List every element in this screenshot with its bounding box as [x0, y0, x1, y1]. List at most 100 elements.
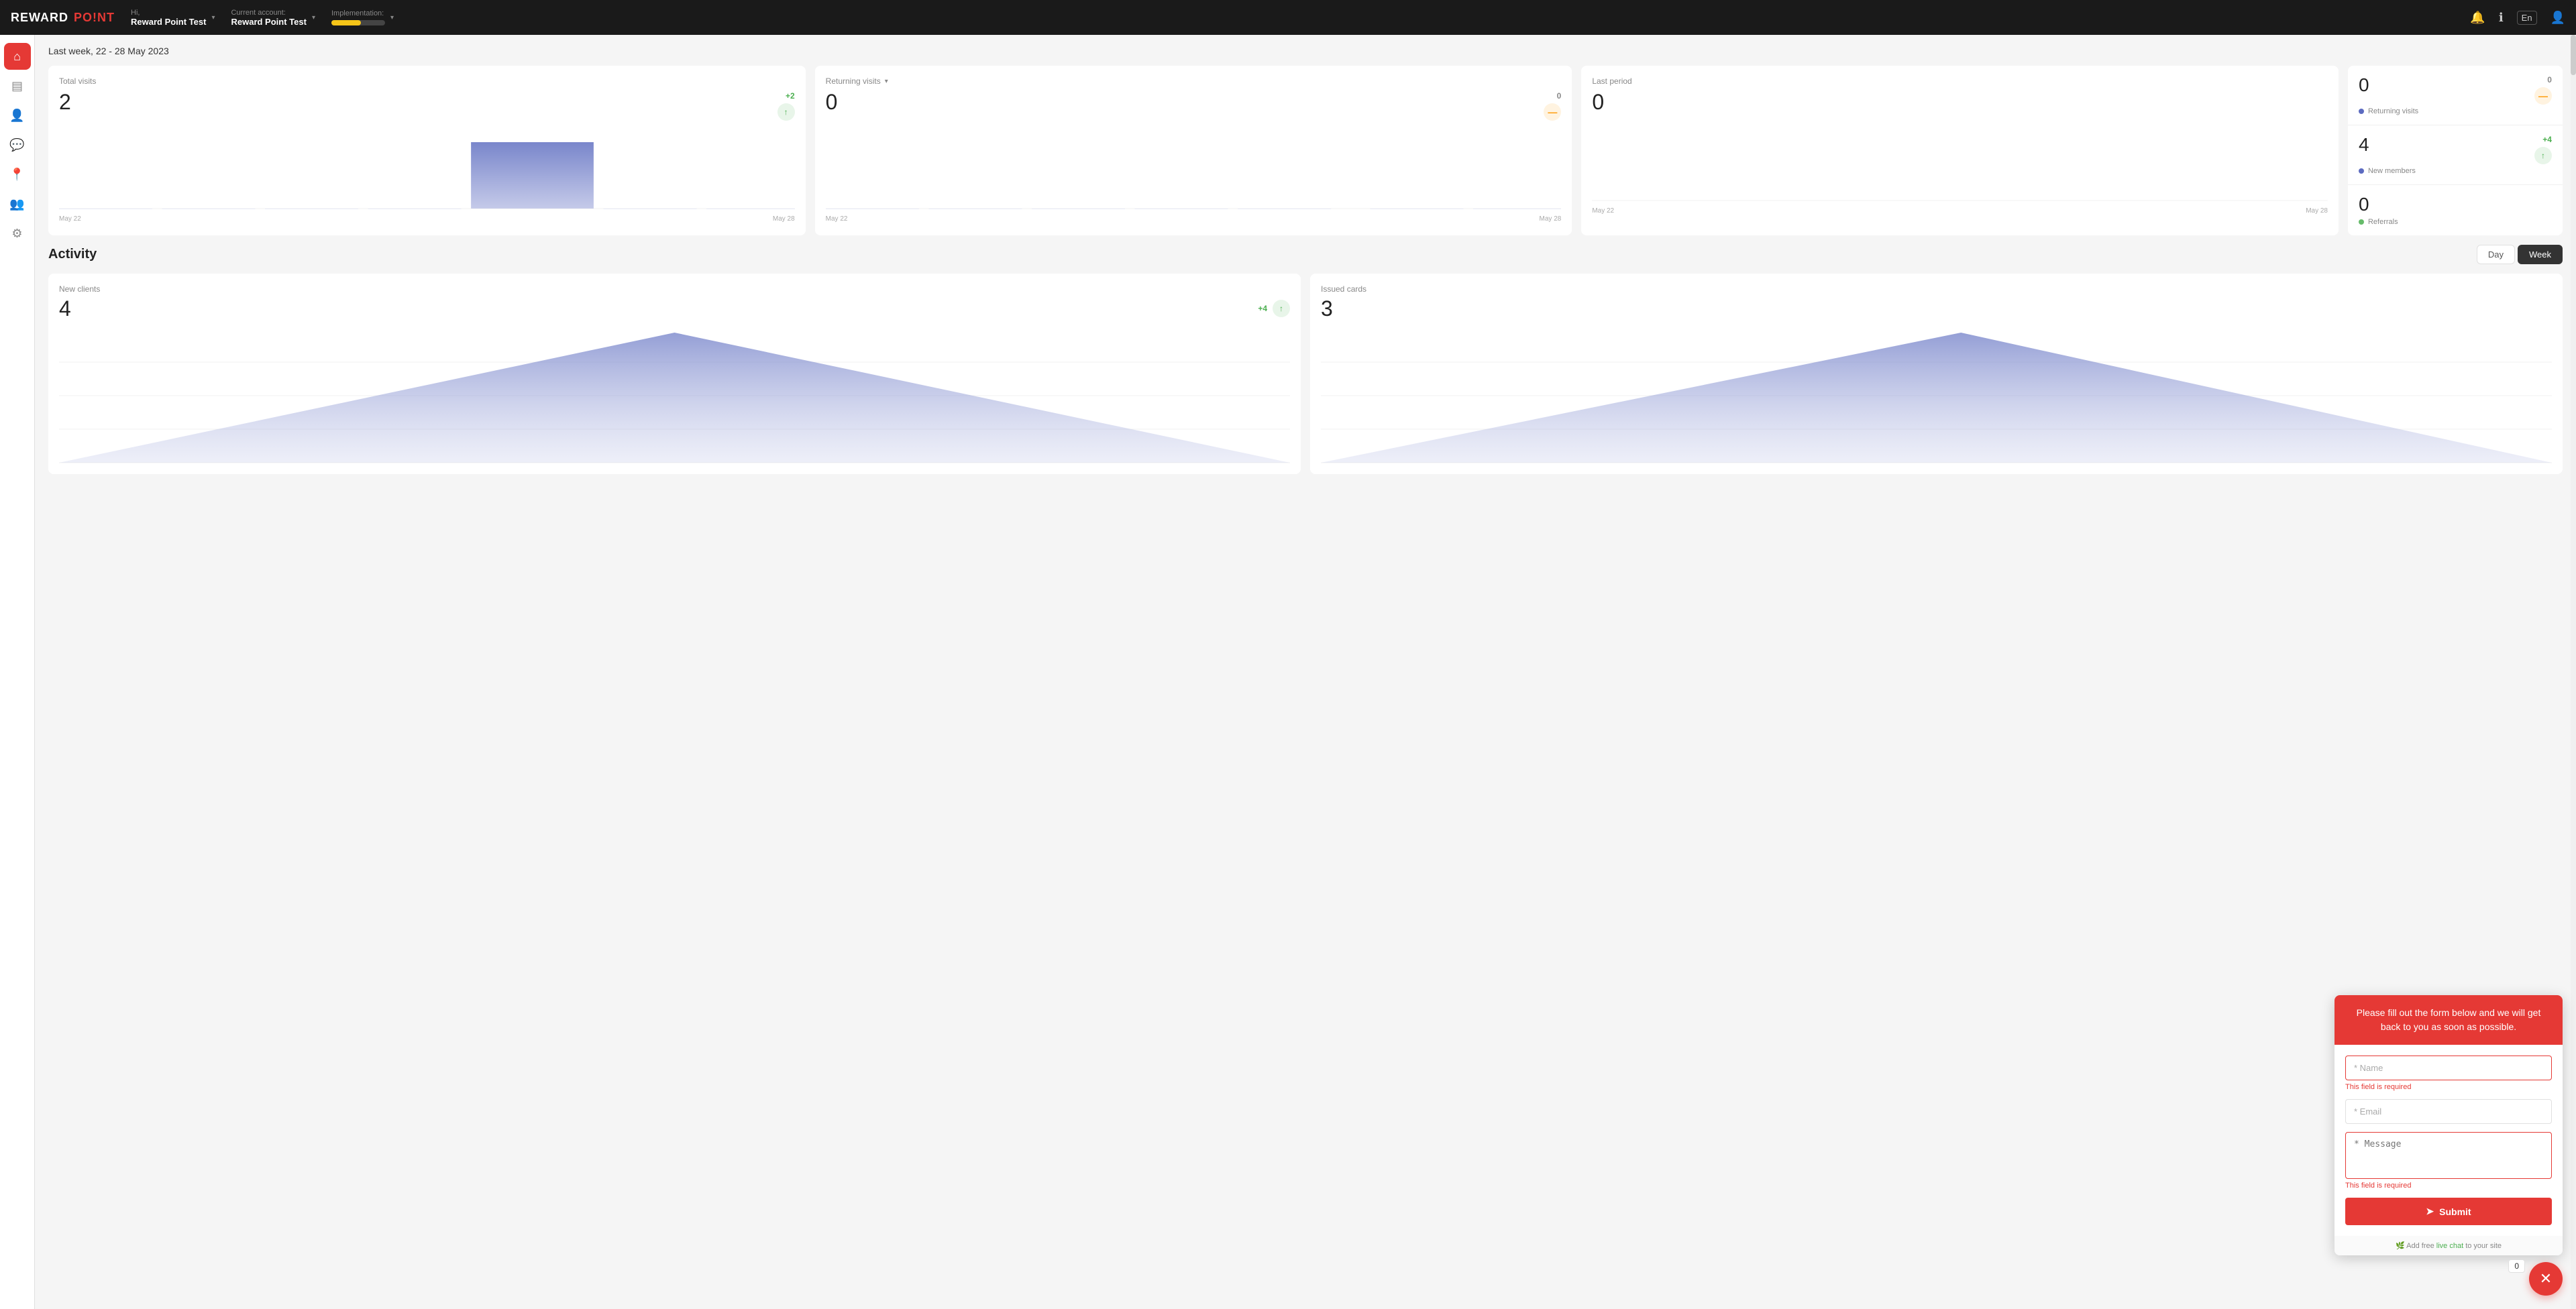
- popup-body: This field is required This field is req…: [2334, 1045, 2563, 1236]
- contact-form-popup: Please fill out the form below and we wi…: [2334, 995, 2563, 1255]
- total-visits-chart: May 22 May 28: [59, 129, 795, 209]
- chart-end-date-3: May 28: [2306, 207, 2328, 215]
- scrollbar-thumb: [2571, 35, 2576, 75]
- name-input[interactable]: [2345, 1056, 2552, 1080]
- logo-reward-text: REWARD: [11, 11, 68, 25]
- logo-point-text: PO!NT: [74, 11, 115, 25]
- chat-bubble-button[interactable]: ✕: [2529, 1262, 2563, 1296]
- name-error: This field is required: [2345, 1083, 2552, 1091]
- new-clients-arrow-icon: ↑: [1273, 300, 1290, 317]
- info-icon[interactable]: ℹ: [2499, 11, 2504, 25]
- last-period-card: Last period 0 May 22 May 28: [1581, 66, 2339, 235]
- sidebar-item-clients[interactable]: 👤: [4, 102, 31, 129]
- email-input[interactable]: [2345, 1099, 2552, 1124]
- activity-header: Activity Day Week: [48, 245, 2563, 264]
- settings-icon: ⚙: [11, 227, 22, 241]
- right-returning-value: 0: [2359, 75, 2369, 96]
- total-visits-label: Total visits: [59, 76, 96, 86]
- nav-icons: 🔔 ℹ En 👤: [2470, 11, 2565, 25]
- new-clients-card: New clients 4 +4 ↑: [48, 274, 1301, 474]
- last-period-chart: May 22 May 28: [1592, 121, 2328, 201]
- stats-row: Total visits 2 +2 ↑: [48, 66, 2563, 235]
- message-error: This field is required: [2345, 1182, 2552, 1190]
- implementation-progress-bar: [331, 20, 385, 25]
- account-chevron-icon: ▾: [312, 14, 315, 21]
- returning-visits-value: 0: [826, 91, 838, 113]
- returning-visits-chart: May 22 May 28: [826, 129, 1562, 209]
- new-clients-chart-svg: [59, 329, 1290, 463]
- right-referrals-section: 0 Referrals: [2348, 185, 2563, 235]
- returning-visits-label: Returning visits: [826, 76, 881, 86]
- sidebar-item-home[interactable]: ⌂: [4, 43, 31, 70]
- popup-header-text: Please fill out the form below and we wi…: [2334, 995, 2563, 1045]
- user-chevron-icon: ▾: [211, 14, 215, 21]
- live-chat-link[interactable]: live chat: [2436, 1242, 2463, 1250]
- scrollbar[interactable]: [2571, 35, 2576, 1309]
- submit-button[interactable]: ➤ Submit: [2345, 1198, 2552, 1225]
- referrals-dot-icon: [2359, 219, 2364, 225]
- new-members-dot-icon: [2359, 168, 2364, 174]
- right-new-members-delta: +4: [2542, 135, 2552, 144]
- returning-visits-delta: 0: [1557, 91, 1562, 101]
- close-icon: ✕: [2540, 1270, 2552, 1288]
- chart-end-date: May 28: [773, 215, 795, 223]
- right-returning-label: Returning visits: [2368, 107, 2418, 115]
- language-selector[interactable]: En: [2517, 11, 2537, 25]
- sidebar: ⌂ ▤ 👤 💬 📍 👥 ⚙: [0, 35, 35, 1309]
- issued-cards-card: Issued cards 3: [1310, 274, 2563, 474]
- last-period-chart-svg: [1592, 121, 2328, 201]
- logo[interactable]: REWARD PO!NT: [11, 11, 115, 25]
- issued-cards-label: Issued cards: [1321, 284, 2552, 294]
- message-count-badge: 0: [2508, 1259, 2525, 1273]
- total-visits-value: 2: [59, 91, 71, 113]
- returning-visits-arrow-icon: —: [1544, 103, 1561, 121]
- sidebar-item-chat[interactable]: 💬: [4, 131, 31, 158]
- new-clients-label: New clients: [59, 284, 1290, 294]
- total-visits-card: Total visits 2 +2 ↑: [48, 66, 806, 235]
- right-new-members-section: 4 +4 ↑ New members: [2348, 125, 2563, 185]
- implementation-label: Implementation:: [331, 9, 385, 17]
- notifications-icon[interactable]: 🔔: [2470, 11, 2485, 25]
- chart-start-date-3: May 22: [1592, 207, 1614, 215]
- activity-title: Activity: [48, 247, 97, 262]
- total-visits-arrow-icon: ↑: [777, 103, 795, 121]
- issued-cards-chart-svg: [1321, 329, 2552, 463]
- right-new-members-label: New members: [2368, 167, 2416, 175]
- date-range: Last week, 22 - 28 May 2023: [48, 46, 2563, 56]
- submit-label: Submit: [2439, 1206, 2471, 1217]
- sidebar-item-location[interactable]: 📍: [4, 161, 31, 188]
- implementation-chevron-icon: ▾: [390, 14, 394, 21]
- sidebar-item-settings[interactable]: ⚙: [4, 220, 31, 247]
- issued-cards-value: 3: [1321, 296, 1333, 321]
- current-account-label: Current account:: [231, 9, 306, 17]
- new-clients-delta: +4: [1258, 304, 1267, 313]
- sidebar-item-cards[interactable]: ▤: [4, 72, 31, 99]
- sidebar-item-users[interactable]: 👥: [4, 190, 31, 217]
- chart-start-date-2: May 22: [826, 215, 848, 223]
- returning-visits-chevron-icon[interactable]: ▾: [885, 78, 888, 85]
- returning-visits-chart-svg: [826, 129, 1562, 209]
- current-account-section[interactable]: Current account: Reward Point Test ▾: [231, 9, 315, 27]
- implementation-section[interactable]: Implementation: ▾: [331, 9, 394, 25]
- day-toggle-button[interactable]: Day: [2477, 245, 2515, 264]
- chat-icon: 💬: [9, 138, 24, 152]
- new-clients-badges: +4 ↑: [1258, 300, 1290, 317]
- user-section[interactable]: Hi, Reward Point Test ▾: [131, 9, 215, 27]
- right-new-members-value: 4: [2359, 135, 2369, 156]
- right-returning-section: 0 0 — Returning visits: [2348, 66, 2563, 125]
- right-stats-panel: 0 0 — Returning visits 4 +4 ↑: [2348, 66, 2563, 235]
- total-visits-delta: +2: [786, 91, 795, 101]
- navbar: REWARD PO!NT Hi, Reward Point Test ▾ Cur…: [0, 0, 2576, 35]
- home-icon: ⌂: [13, 50, 21, 64]
- message-input[interactable]: [2345, 1132, 2552, 1179]
- new-clients-value: 4: [59, 296, 71, 321]
- location-icon: 📍: [9, 168, 24, 182]
- users-icon: 👥: [9, 197, 24, 211]
- right-returning-delta: 0: [2547, 75, 2552, 84]
- week-toggle-button[interactable]: Week: [2518, 245, 2563, 264]
- total-visits-chart-svg: [59, 129, 795, 209]
- clients-icon: 👤: [9, 109, 24, 123]
- popup-footer: 🌿 Add free live chat to your site: [2334, 1236, 2563, 1255]
- day-week-toggle: Day Week: [2477, 245, 2563, 264]
- user-profile-icon[interactable]: 👤: [2551, 11, 2565, 25]
